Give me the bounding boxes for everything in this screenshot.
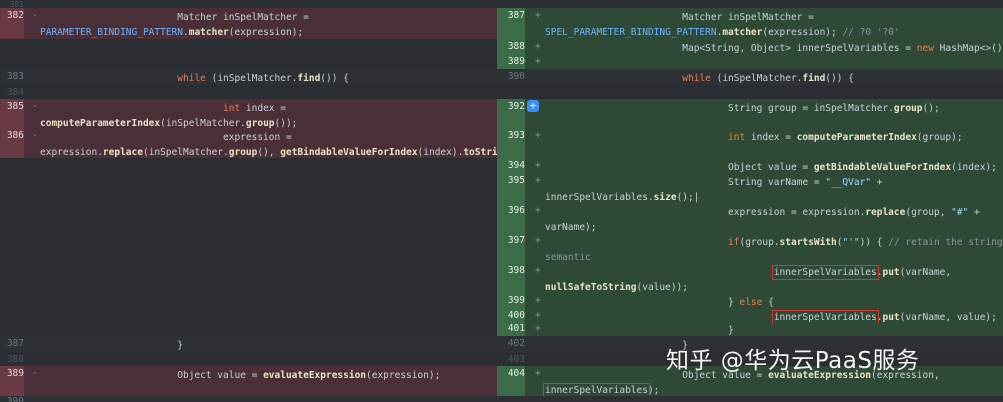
diff-row-393[interactable]: 393 + int index = computeParameterIndex(… xyxy=(497,128,1003,158)
diff-sign: + xyxy=(535,175,541,186)
diff-row-gap xyxy=(497,0,1003,8)
diff-sign: + xyxy=(535,295,541,306)
diff-row-405 xyxy=(497,396,1003,402)
code-line: int index = computeParameterIndex(group)… xyxy=(728,132,963,143)
diff-sign: - xyxy=(32,130,38,141)
diff-row-381: 381 xyxy=(0,0,497,9)
line-number[interactable]: 402 xyxy=(497,336,525,352)
diff-sign: + xyxy=(535,235,541,246)
line-number[interactable]: 382 xyxy=(0,8,24,39)
code-line: int index = computeParameterIndex(inSpel… xyxy=(40,103,298,129)
code-line: while (inSpelMatcher.find()) { xyxy=(177,73,349,84)
diff-sign: + xyxy=(535,160,541,171)
code-line: while (inSpelMatcher.find()) { xyxy=(682,73,854,84)
line-number[interactable]: 389 xyxy=(0,366,24,396)
line-number[interactable]: 389 xyxy=(497,54,525,69)
line-number[interactable]: 386 xyxy=(0,128,24,158)
diff-sign: + xyxy=(535,368,541,379)
line-number[interactable]: 404 xyxy=(497,366,525,396)
diff-row-383[interactable]: 383 while (inSpelMatcher.find()) { xyxy=(0,69,497,85)
line-number[interactable]: 395 xyxy=(497,173,525,203)
diff-row-388[interactable]: 388 + Map<String, Object> innerSpelVaria… xyxy=(497,39,1003,54)
line-number[interactable]: 401 xyxy=(497,323,525,336)
line-number[interactable]: 397 xyxy=(497,233,525,263)
code-line: } xyxy=(40,340,183,351)
line-number: 403 xyxy=(507,354,525,365)
diff-row-389[interactable]: 389 - Object value = evaluateExpression(… xyxy=(0,366,497,396)
diff-row-394[interactable]: 394 + Object value = getBindableValueFor… xyxy=(497,158,1003,173)
code-line: Matcher inSpelMatcher = PARAMETER_BINDIN… xyxy=(40,12,309,38)
line-number[interactable]: 388 xyxy=(497,39,525,54)
diff-sign: + xyxy=(535,265,541,276)
diff-row-387[interactable]: 387 } xyxy=(0,336,497,352)
highlighted-variable: innerSpelVariables xyxy=(771,265,879,280)
diff-row-398[interactable]: 398 + innerSpelVariables.put(varName, nu… xyxy=(497,263,1003,293)
left-diff-pane: 381 382 - Matcher inSpelMatcher = PARAME… xyxy=(0,0,497,402)
line-number: 384 xyxy=(6,87,24,98)
diff-row-spacer xyxy=(0,158,497,336)
diff-sign: - xyxy=(32,368,38,379)
line-number[interactable]: 394 xyxy=(497,158,525,173)
line-number[interactable]: 399 xyxy=(497,293,525,308)
highlighted-variable: innerSpelVariables xyxy=(771,310,879,325)
diff-row-395[interactable]: 395 + String varName = "__QVar" + innerS… xyxy=(497,173,1003,203)
diff-row-401[interactable]: 401 + } xyxy=(497,323,1003,336)
diff-sign: - xyxy=(32,10,38,21)
watermark: 知乎 @华为云PaaS服务 xyxy=(666,348,920,374)
code-line: Matcher inSpelMatcher = SPEL_PARAMETER_B… xyxy=(545,12,900,38)
line-number[interactable]: 385 xyxy=(0,99,24,128)
diff-row-gap xyxy=(497,85,1003,99)
diff-row-396[interactable]: 396 + expression = expression.replace(gr… xyxy=(497,203,1003,233)
code-line: innerSpelVariables.put(varName, nullSafe… xyxy=(545,265,952,293)
diff-row-392[interactable]: 392 + String group = inSpelMatcher.group… xyxy=(497,99,1003,128)
diff-sign: + xyxy=(535,130,541,141)
expand-comment-button[interactable]: + xyxy=(527,100,539,112)
diff-row-spacer xyxy=(0,39,497,69)
line-number: 390 xyxy=(6,396,24,402)
code-line: String group = inSpelMatcher.group(); xyxy=(545,103,940,114)
line-number[interactable]: 390 xyxy=(497,69,525,85)
line-number[interactable]: 396 xyxy=(497,203,525,233)
line-number: 381 xyxy=(9,0,24,9)
line-number[interactable]: 383 xyxy=(0,69,24,85)
diff-row-387[interactable]: 387 + Matcher inSpelMatcher = SPEL_PARAM… xyxy=(497,8,1003,39)
code-line: String varName = "__QVar" + innerSpelVar… xyxy=(545,177,883,203)
diff-sign: - xyxy=(32,101,38,112)
diff-sign: + xyxy=(535,56,541,67)
diff-sign: + xyxy=(535,310,541,321)
diff-sign: + xyxy=(535,323,541,334)
code-line: expression = expression.replace(inSpelMa… xyxy=(40,132,497,158)
line-number[interactable]: 398 xyxy=(497,263,525,293)
diff-row-382[interactable]: 382 - Matcher inSpelMatcher = PARAMETER_… xyxy=(0,8,497,39)
diff-row-384: 384 xyxy=(0,85,497,99)
line-number[interactable]: 393 xyxy=(497,128,525,158)
diff-row-399[interactable]: 399 + } else { xyxy=(497,293,1003,308)
diff-sign: + xyxy=(535,205,541,216)
diff-row-390[interactable]: 390 while (inSpelMatcher.find()) { xyxy=(497,69,1003,85)
line-number[interactable]: 387 xyxy=(497,8,525,39)
diff-row-400[interactable]: 400 + innerSpelVariables.put(varName, va… xyxy=(497,308,1003,325)
diff-row-388: 388 xyxy=(0,352,497,366)
code-line: Object value = evaluateExpression(expres… xyxy=(40,370,441,381)
diff-sign: + xyxy=(535,10,541,21)
diff-row-397[interactable]: 397 + if(group.startsWith("'")) { // ret… xyxy=(497,233,1003,263)
line-number[interactable]: 387 xyxy=(0,336,24,352)
highlighted-variable: innerSpelVariables xyxy=(543,383,650,398)
diff-row-389[interactable]: 389 + xyxy=(497,54,1003,69)
line-number[interactable]: 392 xyxy=(497,99,525,128)
diff-row-386[interactable]: 386 - expression = expression.replace(in… xyxy=(0,128,497,158)
diff-row-385[interactable]: 385 - int index = computeParameterIndex(… xyxy=(0,99,497,129)
code-line: if(group.startsWith("'")) { // retain th… xyxy=(545,237,1003,263)
diff-sign: + xyxy=(535,41,541,52)
diff-row-390: 390 xyxy=(0,396,497,402)
line-number: 388 xyxy=(6,354,24,365)
code-line: expression = expression.replace(group, "… xyxy=(545,207,980,233)
line-number[interactable]: 400 xyxy=(497,308,525,323)
